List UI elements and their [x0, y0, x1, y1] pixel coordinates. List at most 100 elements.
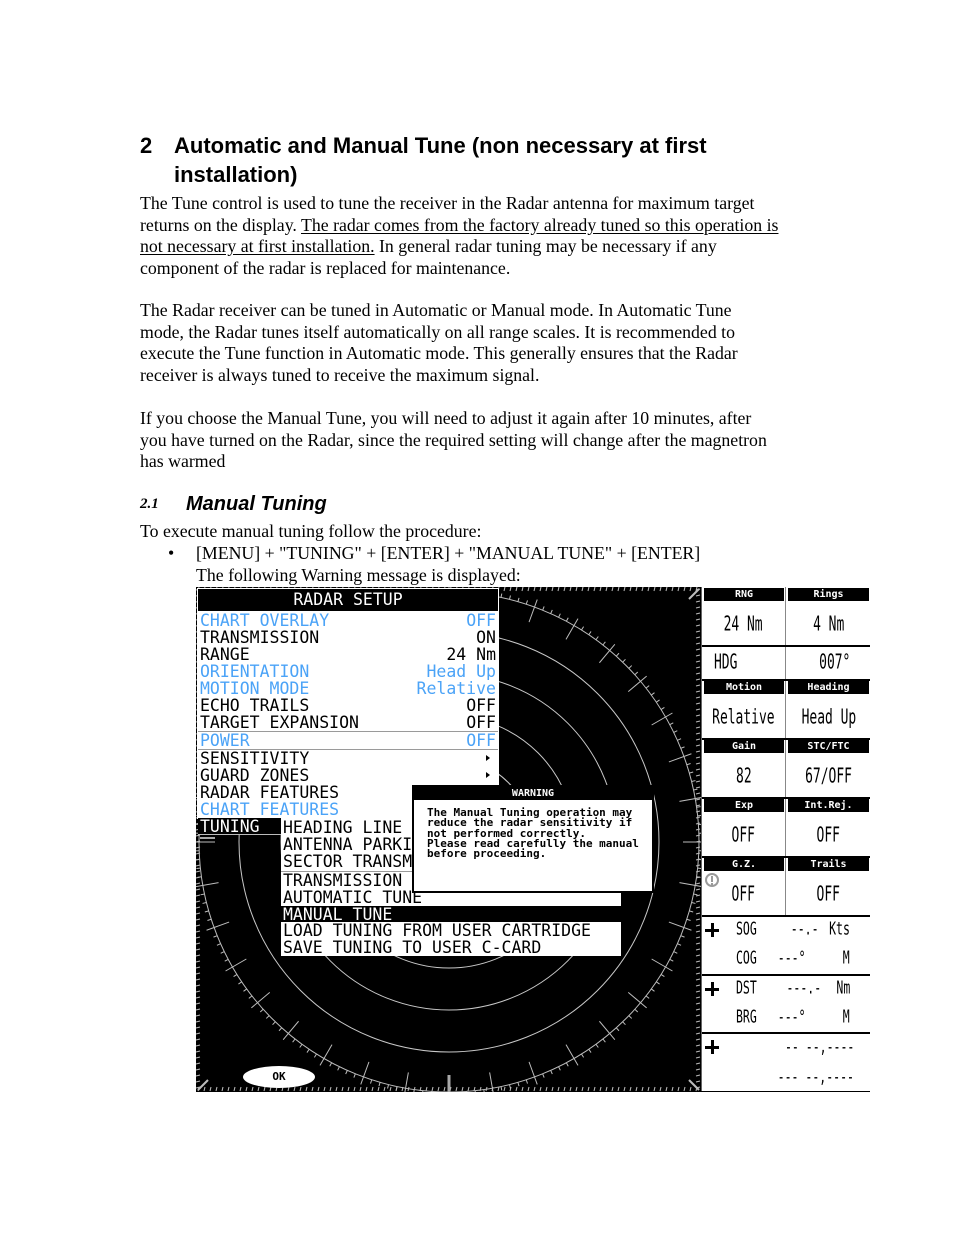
edge-tick [611, 1086, 614, 1092]
edge-tick [653, 587, 656, 592]
cog-label: COG [736, 946, 757, 969]
menu-item-value: OFF [466, 732, 496, 749]
edge-tick [196, 1038, 201, 1041]
edge-tick [695, 726, 701, 729]
menu-item-tuning[interactable]: TUNING [198, 818, 281, 835]
bearing-tick [645, 995, 650, 999]
dst-value-cell: ---.- [773, 977, 821, 999]
motion-value: Relative [712, 705, 775, 729]
edge-tick [695, 594, 701, 597]
procedure-intro: To execute manual tuning follow the proc… [140, 521, 482, 541]
edge-tick [695, 828, 701, 831]
menu-item-label: CHART OVERLAY [200, 612, 330, 629]
bearing-tick [691, 780, 696, 783]
edge-tick [695, 1080, 701, 1083]
rng-header: RNG [704, 588, 784, 601]
edge-tick [605, 587, 608, 592]
menu-item-echo-trails[interactable]: ECHO TRAILS OFF [198, 697, 498, 714]
menu-item-transmission[interactable]: TRANSMISSION ON [198, 629, 498, 646]
edge-tick [695, 1002, 701, 1005]
sog-label-cell: SOG [736, 918, 765, 940]
edge-tick [509, 587, 512, 592]
edge-tick [293, 1086, 296, 1092]
bearing-tick [243, 988, 248, 992]
menu-item-orientation[interactable]: ORIENTATION Head Up [198, 663, 498, 680]
sog-value: --.- [791, 917, 819, 940]
bearing-tick [660, 706, 665, 710]
edge-tick [263, 1086, 266, 1092]
edge-tick [196, 972, 201, 975]
bearing-tick [669, 958, 674, 962]
menu-item-target-expansion[interactable]: TARGET EXPANSION OFF [198, 714, 498, 731]
menu-item-chart-overlay[interactable]: CHART OVERLAY OFF [198, 612, 498, 629]
edge-tick [605, 1086, 608, 1092]
edge-tick [196, 876, 201, 879]
ok-button[interactable]: OK [243, 1066, 315, 1088]
edge-tick [245, 1086, 248, 1092]
bearing-tick [213, 935, 218, 938]
rings-value: 4 Nm [812, 612, 845, 636]
menu-item-label: TRANSMISSION [200, 629, 320, 646]
edge-tick [695, 780, 701, 783]
bearing-tick [206, 921, 230, 931]
edge-tick [695, 1044, 701, 1047]
submenu-item-load-tuning[interactable]: LOAD TUNING FROM USER CARTRIDGE [281, 922, 621, 939]
bearing-tick [668, 921, 692, 931]
heading-header: Heading [788, 681, 869, 694]
menu-item-label: ECHO TRAILS [200, 697, 310, 714]
edge-tick [365, 1086, 368, 1092]
edge-tick [695, 918, 701, 921]
edge-tick [527, 1086, 530, 1092]
edge-tick [533, 1086, 536, 1092]
edge-tick [695, 906, 701, 909]
bearing-tick [693, 893, 698, 896]
submenu-arrow-icon [486, 755, 490, 761]
dst-unit-cell: Nm [831, 977, 850, 999]
submenu-item-manual-tune[interactable]: MANUAL TUNE [281, 906, 621, 922]
menu-item-guard-zones[interactable]: GUARD ZONES [198, 767, 498, 784]
edge-tick [455, 1086, 458, 1092]
edge-tick [497, 587, 500, 592]
gz-header: G.Z. [704, 858, 784, 871]
menu-item-value: OFF [466, 697, 496, 714]
edge-tick [311, 1086, 314, 1092]
edge-tick [196, 864, 201, 867]
menu-item-sensitivity[interactable]: SENSITIVITY [198, 750, 498, 767]
text-line: not necessary at first installation. In … [140, 236, 778, 258]
edge-tick [196, 1020, 201, 1023]
edge-tick [196, 1062, 201, 1065]
text-line: has warmed [140, 451, 226, 471]
cog-unit-cell: M [840, 947, 850, 969]
stc-ftc-value: 67/OFF [805, 764, 852, 788]
edge-tick [695, 696, 701, 699]
paragraph-tune-modes: The Radar receiver can be tuned in Autom… [140, 300, 738, 386]
edge-tick [695, 792, 701, 795]
plus-icon [705, 923, 719, 937]
edge-tick [407, 1086, 410, 1092]
latitude-cell: -- --,---- [758, 1036, 854, 1058]
edge-tick [575, 1086, 578, 1092]
edge-tick [557, 587, 560, 592]
hdg-value-cell: 007° [807, 651, 850, 675]
bearing-tick [689, 771, 694, 774]
submenu-item-label: SECTOR TRANSM [283, 853, 413, 870]
bearing-tick [691, 901, 696, 904]
bearing-tick [500, 1086, 503, 1091]
procedure-step-note: The following Warning message is display… [196, 565, 521, 585]
section-heading-line: installation) [174, 162, 298, 187]
menu-item-motion-mode[interactable]: MOTION MODE Relative [198, 680, 498, 697]
edge-tick [299, 1086, 302, 1092]
menu-item-power[interactable]: POWER OFF [198, 732, 498, 749]
submenu-item-save-tuning[interactable]: SAVE TUNING TO USER C-CARD [281, 939, 621, 956]
edge-tick [683, 587, 686, 592]
edge-tick [695, 684, 701, 687]
edge-tick [563, 1086, 566, 1092]
warning-dialog: WARNING The Manual Tuning operation may … [412, 785, 654, 893]
bearing-tick [693, 788, 698, 791]
edge-tick [196, 996, 201, 999]
bearing-tick [292, 1038, 296, 1043]
submenu-arrow-icon [486, 772, 490, 778]
edge-tick [695, 630, 701, 633]
menu-item-range[interactable]: RANGE 24 Nm [198, 646, 498, 663]
edge-tick [695, 984, 701, 987]
